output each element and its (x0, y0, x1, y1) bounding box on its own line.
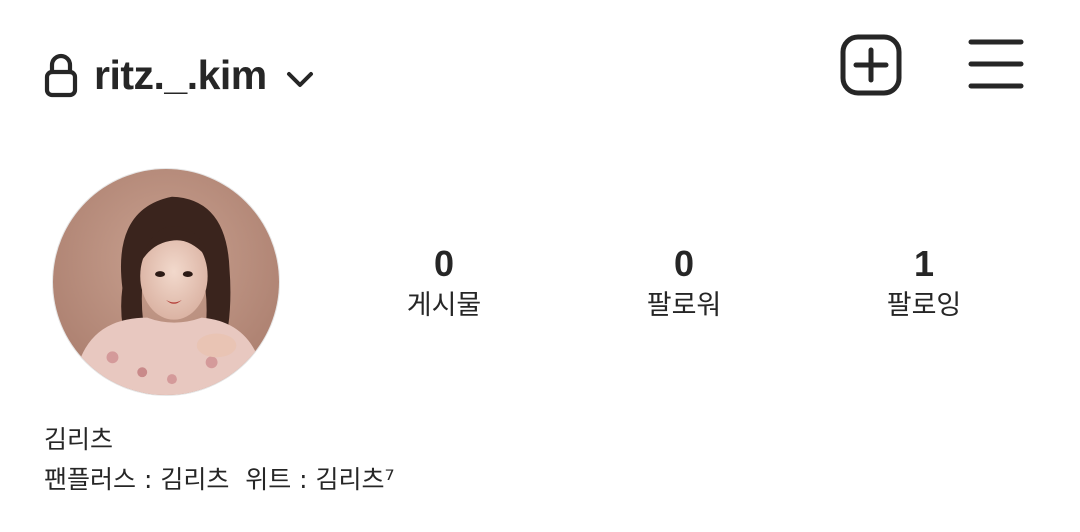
hamburger-menu-icon (968, 39, 1024, 89)
chevron-down-icon (285, 68, 315, 90)
display-name: 김리츠 (44, 425, 114, 454)
menu-button[interactable] (966, 36, 1026, 92)
profile-stats: 0 게시물 0 팔로워 1 팔로잉 (0, 240, 1080, 340)
username-title: ritz._.kim (94, 51, 267, 98)
following-count: 1 (913, 243, 935, 284)
following-label: 팔로잉 (886, 290, 962, 321)
followers-stat[interactable]: 0 팔로워 (584, 240, 784, 326)
posts-label: 게시물 (406, 290, 482, 321)
followers-count: 0 (673, 243, 695, 284)
followers-label: 팔로워 (646, 290, 722, 321)
new-post-button[interactable] (840, 34, 902, 96)
lock-icon (44, 52, 78, 98)
plus-square-icon (840, 34, 902, 96)
profile-bio: 김리츠 팬플러스 : 김리츠 위트 : 김리츠⁷ (44, 420, 395, 500)
posts-stat[interactable]: 0 게시물 (344, 240, 544, 326)
posts-count: 0 (433, 243, 455, 284)
profile-header: ritz._.kim (0, 0, 1080, 140)
account-switcher[interactable]: ritz._.kim (44, 50, 315, 100)
bio-text: 팬플러스 : 김리츠 위트 : 김리츠⁷ (44, 465, 395, 494)
following-stat[interactable]: 1 팔로잉 (824, 240, 1024, 326)
